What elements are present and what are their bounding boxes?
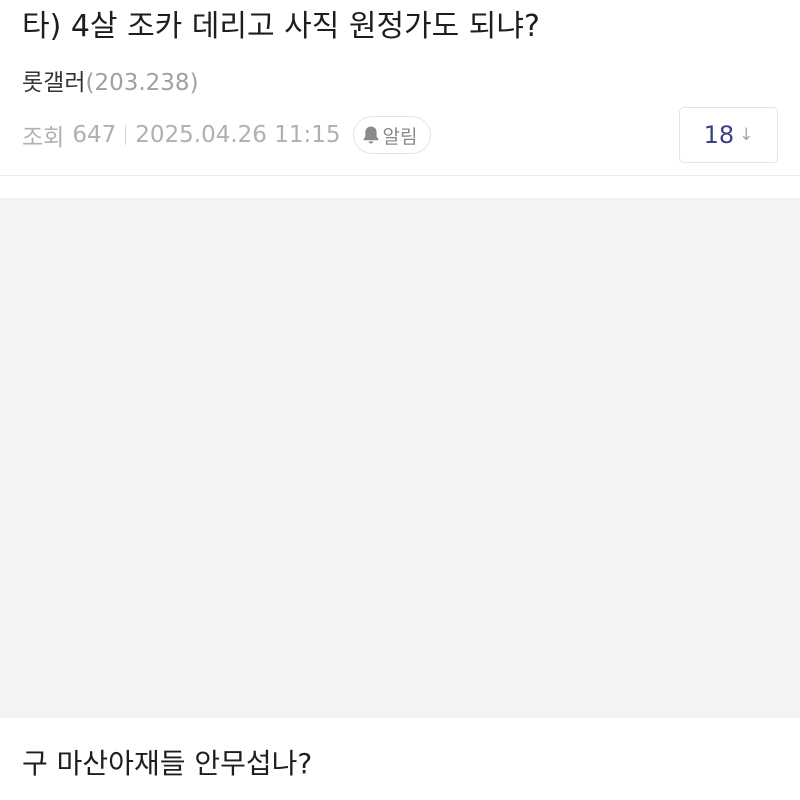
post-header: 타) 4살 조카 데리고 사직 원정가도 되냐? 롯갤러(203.238) 조회… (0, 0, 800, 176)
arrow-down-icon: ↓ (739, 125, 754, 145)
alarm-label: 알림 (382, 125, 418, 148)
views-label: 조회 (22, 125, 65, 151)
post-title: 타) 4살 조카 데리고 사직 원정가도 되냐? (22, 9, 540, 44)
author-line: 롯갤러(203.238) (22, 66, 199, 100)
alarm-button[interactable]: 알림 (352, 116, 431, 154)
post-body-text: 구 마산아재들 안무섭나? (22, 747, 313, 780)
comment-count-button[interactable]: 18 ↓ (679, 107, 778, 163)
comment-count: 18 (703, 121, 735, 149)
post-meta: 조회 647 2025.04.26 11:15 알림 (22, 114, 431, 156)
media-placeholder (0, 198, 800, 718)
bell-icon (362, 125, 380, 145)
post-datetime: 2025.04.26 11:15 (135, 122, 341, 148)
meta-divider (125, 125, 127, 145)
author-name[interactable]: 롯갤러 (22, 70, 85, 96)
author-score: (203.238) (85, 70, 199, 96)
views-count: 647 (72, 122, 117, 148)
